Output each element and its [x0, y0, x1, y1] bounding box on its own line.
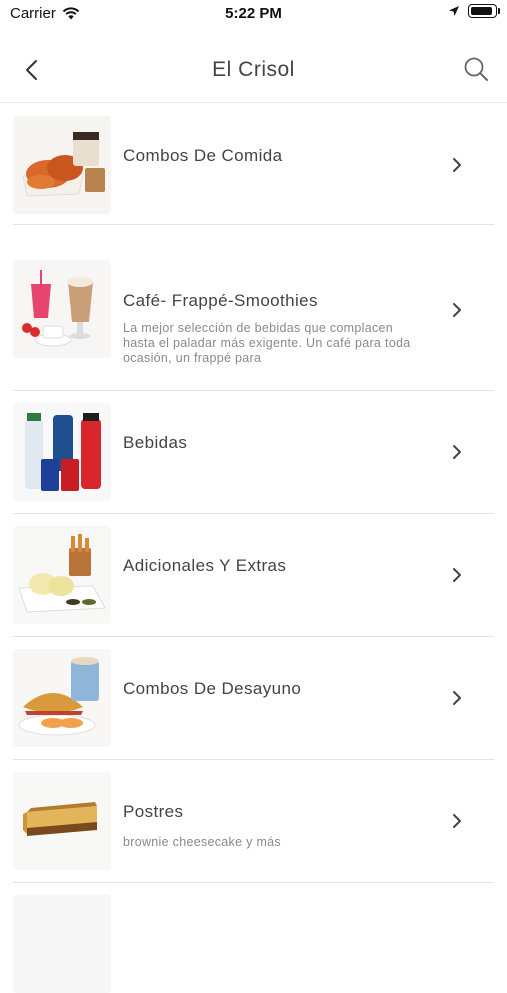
- category-thumbnail: [13, 260, 111, 358]
- category-name: Combos De Comida: [123, 146, 283, 165]
- category-name: Adicionales Y Extras: [123, 556, 287, 575]
- status-time: 5:22 PM: [225, 5, 282, 22]
- chevron-right-icon: [453, 691, 461, 705]
- chevron-right-icon: [453, 303, 461, 317]
- category-description: La mejor selección de bebidas que compla…: [123, 321, 411, 365]
- status-bar: Carrier 5:22 PM: [0, 0, 507, 30]
- bottled-drinks-image: [13, 403, 111, 501]
- status-right: [448, 4, 500, 18]
- category-name: Bebidas: [123, 433, 188, 452]
- category-item[interactable]: [13, 883, 494, 993]
- coffee-drinks-image: [13, 260, 111, 358]
- category-item[interactable]: Bebidas: [13, 391, 494, 514]
- category-item[interactable]: Adicionales Y Extras: [13, 514, 494, 637]
- chevron-right-icon: [453, 158, 461, 172]
- category-name: Combos De Desayuno: [123, 679, 302, 698]
- category-thumbnail: [13, 526, 111, 624]
- fried-chicken-image: [13, 116, 111, 214]
- chevron-right-icon: [453, 568, 461, 582]
- search-icon: [464, 57, 488, 81]
- category-description: brownie cheesecake y más: [123, 835, 281, 849]
- sides-and-sauces-image: [13, 526, 111, 624]
- category-item[interactable]: Café- Frappé-Smoothies La mejor selecció…: [13, 225, 494, 391]
- breakfast-croissant-image: [13, 649, 111, 747]
- battery-icon: [468, 4, 500, 18]
- category-thumbnail: [13, 649, 111, 747]
- navigation-bar: El Crisol: [0, 36, 507, 103]
- category-thumbnail: [13, 895, 111, 993]
- search-button[interactable]: [461, 54, 491, 84]
- category-item[interactable]: Postres brownie cheesecake y más: [13, 760, 494, 883]
- chevron-right-icon: [453, 814, 461, 828]
- category-list: Combos De Comida Café- Frappé-Smoothies …: [13, 103, 494, 993]
- category-item[interactable]: Combos De Comida: [13, 103, 494, 225]
- cheesecake-slice-image: [13, 772, 111, 870]
- location-arrow-icon: [449, 6, 459, 16]
- chevron-right-icon: [453, 445, 461, 459]
- category-thumbnail: [13, 403, 111, 501]
- category-item[interactable]: Combos De Desayuno: [13, 637, 494, 760]
- category-thumbnail: [13, 116, 111, 214]
- page-title: El Crisol: [212, 58, 295, 81]
- category-thumbnail: [13, 772, 111, 870]
- category-name: Café- Frappé-Smoothies: [123, 291, 318, 310]
- category-name: Postres: [123, 802, 184, 821]
